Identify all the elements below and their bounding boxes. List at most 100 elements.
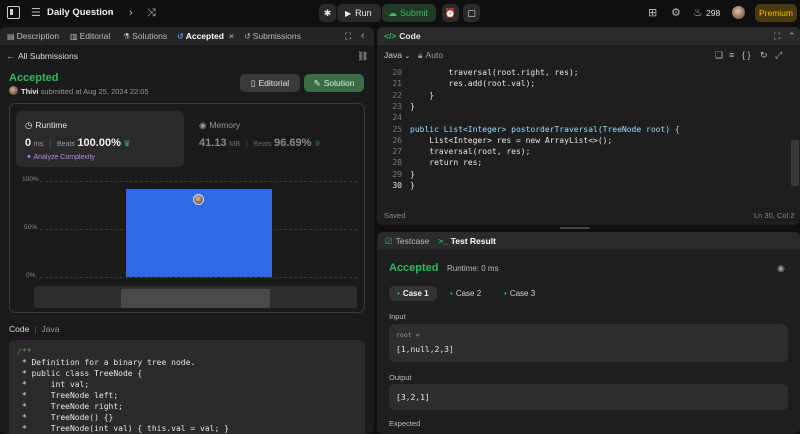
- author-name[interactable]: Thivi: [21, 87, 39, 96]
- case-tab-1[interactable]: • Case 1: [389, 286, 437, 301]
- tab-testcase[interactable]: ☑ Testcase: [385, 232, 429, 250]
- code-line: * TreeNode right;: [17, 402, 123, 411]
- chip-icon: ◉: [199, 120, 207, 130]
- braces-icon[interactable]: { }: [742, 48, 751, 62]
- notes-button[interactable]: ▢: [463, 4, 480, 22]
- line-number: 25: [392, 124, 402, 134]
- fullscreen-icon[interactable]: ⤢: [775, 48, 782, 62]
- editor-line: }: [410, 169, 415, 179]
- code-line: * TreeNode left;: [17, 391, 119, 400]
- code-line: * TreeNode(int val) { this.val = val; }: [17, 424, 229, 433]
- editorial-button[interactable]: ▯ Editorial: [240, 74, 300, 92]
- editor-line: res.add(root.val);: [410, 79, 536, 89]
- line-number: 21: [392, 79, 402, 89]
- arrow-left-icon[interactable]: ←: [6, 50, 15, 62]
- run-button[interactable]: ▶ Run: [337, 4, 381, 22]
- grid-line-100: [40, 181, 357, 182]
- editor-scrollbar[interactable]: [791, 140, 799, 186]
- editor-line: traversal(root, res);: [410, 147, 531, 157]
- author-avatar[interactable]: [9, 86, 18, 95]
- output-label: Output: [389, 373, 412, 382]
- premium-button[interactable]: Premium: [755, 4, 797, 22]
- case-tab-2[interactable]: • Case 2: [442, 286, 489, 301]
- code-line: * TreeNode() {}: [17, 413, 114, 422]
- tab-solutions[interactable]: ⚗ Solutions: [123, 27, 167, 45]
- close-tab-icon[interactable]: ×: [229, 31, 234, 41]
- tab-editorial[interactable]: ▥ Editorial: [70, 27, 110, 45]
- bookmark-icon[interactable]: ❏: [715, 48, 723, 62]
- layout-icon[interactable]: ⊞: [648, 0, 657, 26]
- eye-icon[interactable]: ◉: [777, 263, 785, 274]
- editor-line: }: [410, 101, 415, 111]
- checkbox-icon: ☑: [385, 236, 393, 246]
- maximize-icon[interactable]: ⛶: [774, 27, 780, 45]
- all-submissions-link[interactable]: All Submissions: [18, 50, 78, 62]
- tab-description[interactable]: ▤ Description: [7, 27, 59, 45]
- memory-value: 41.13: [199, 137, 227, 149]
- code-line: * int val;: [17, 380, 90, 389]
- chevron-down-icon: ⌄: [404, 53, 411, 60]
- input-value: [1,null,2,3]: [396, 345, 454, 354]
- tab-accepted[interactable]: ↺ Accepted ×: [177, 27, 234, 45]
- leetcode-logo-icon[interactable]: [7, 6, 20, 19]
- line-number: 24: [392, 113, 402, 123]
- editorial-icon: ▥: [70, 32, 78, 41]
- code-line: * Definition for a binary tree node.: [17, 358, 196, 367]
- reset-icon[interactable]: ↻: [760, 48, 768, 62]
- maximize-icon[interactable]: ⛶: [345, 27, 351, 45]
- prev-problem-icon[interactable]: ‹: [110, 0, 114, 26]
- collapse-icon[interactable]: ‹: [361, 27, 364, 45]
- runtime-value: 0: [25, 137, 32, 149]
- memory-card[interactable]: ◉ Memory 41.13 MB | Beats 96.69% ♛: [196, 111, 364, 167]
- shuffle-icon[interactable]: ⤨: [147, 0, 156, 26]
- trophy-icon: ♛: [313, 139, 322, 148]
- problem-list-title[interactable]: Daily Question: [47, 0, 114, 26]
- editor-line: }: [410, 90, 435, 100]
- y-tick-label: 100%: [22, 176, 39, 183]
- tab-submissions[interactable]: ↺ Submissions: [244, 27, 301, 45]
- problem-list-icon[interactable]: ☰: [31, 0, 41, 26]
- book-icon: ▯: [250, 78, 256, 88]
- share-link-icon[interactable]: ⛓: [357, 50, 368, 62]
- y-tick-label: 50%: [24, 224, 38, 231]
- autocomplete-toggle[interactable]: 🔒︎ Auto: [418, 48, 443, 62]
- solution-button[interactable]: ✎ Solution: [304, 74, 364, 92]
- trophy-icon: ♛: [123, 139, 131, 148]
- your-submission-avatar: [193, 193, 204, 205]
- avatar[interactable]: [732, 6, 745, 19]
- line-number: 22: [392, 90, 402, 100]
- save-status: Saved: [384, 211, 406, 220]
- case-tab-3[interactable]: • Case 3: [496, 286, 543, 301]
- memory-beats-label: Beats: [253, 141, 272, 148]
- line-number: 29: [392, 169, 402, 179]
- sparkle-icon: ✦: [26, 154, 32, 161]
- terminal-icon: >_: [438, 236, 448, 246]
- alarm-icon: ⏰: [444, 8, 457, 18]
- expected-label: Expected: [389, 419, 421, 428]
- code-section-header: Code | Java: [9, 324, 60, 334]
- format-icon[interactable]: ≡: [729, 48, 734, 62]
- submit-button[interactable]: ☁ Submit: [382, 4, 436, 22]
- code-line: /**: [17, 347, 32, 356]
- gear-icon[interactable]: ⚙: [671, 0, 681, 26]
- line-number: 27: [392, 147, 402, 157]
- next-problem-icon[interactable]: ›: [129, 0, 133, 26]
- code-editor-title: </> Code: [384, 31, 421, 41]
- streak-count[interactable]: 298: [706, 0, 720, 26]
- input-box[interactable]: root = [1,null,2,3]: [389, 324, 788, 362]
- chart-range-handle[interactable]: [121, 289, 270, 308]
- bug-icon: ✱: [323, 8, 332, 18]
- language-select[interactable]: Java ⌄: [384, 48, 410, 64]
- analyze-complexity-link[interactable]: ✦ Analyze Complexity: [26, 153, 95, 161]
- editor-line: traversal(root.right, res);: [410, 68, 579, 77]
- output-box[interactable]: [3,2,1]: [389, 384, 788, 410]
- submission-status: Accepted: [9, 72, 59, 84]
- tab-test-result[interactable]: >_ Test Result: [438, 232, 496, 250]
- play-icon: ▶: [345, 9, 352, 18]
- debug-button[interactable]: ✱: [319, 4, 336, 22]
- collapse-icon[interactable]: ⌃: [788, 27, 796, 45]
- runtime-title: ◷ Runtime: [25, 120, 68, 130]
- panel-resize-handle[interactable]: [560, 227, 590, 229]
- submission-code-block[interactable]: /** * Definition for a binary tree node.…: [9, 340, 365, 434]
- timer-button[interactable]: ⏰: [442, 4, 459, 22]
